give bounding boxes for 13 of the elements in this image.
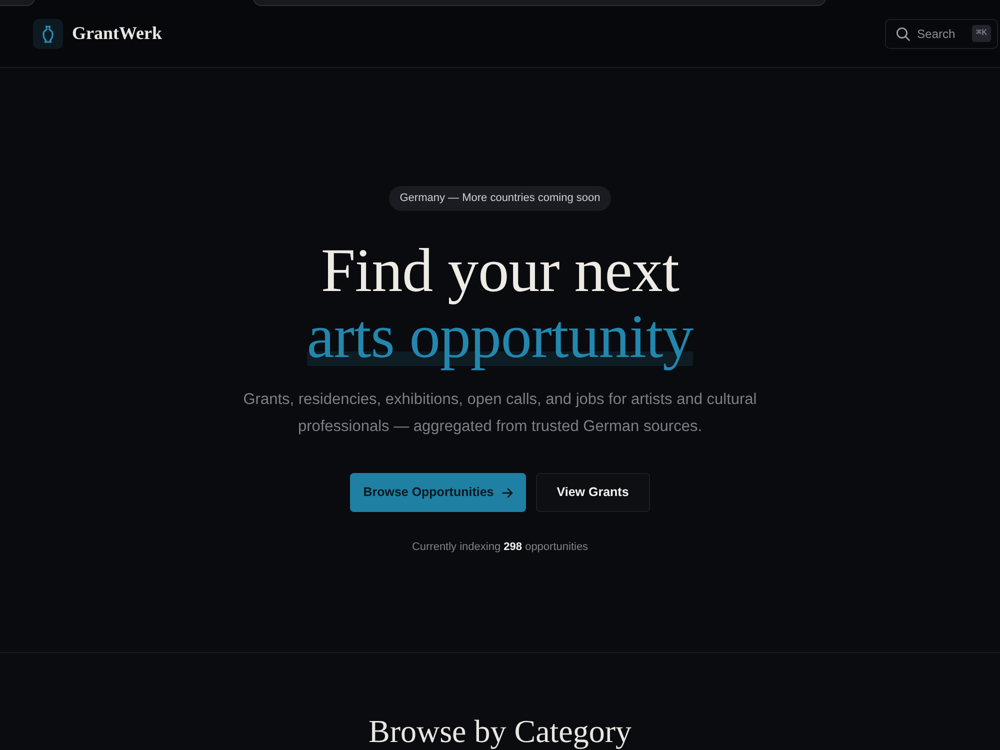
- vase-icon: [33, 18, 63, 48]
- hero-description: Grants, residencies, exhibitions, open calls, and jobs for artists and cultural professionals — aggregated from trusted German sources.: [242, 390, 758, 437]
- region-badge: Germany — More countries coming soon: [388, 186, 612, 211]
- logo-text[interactable]: GrantWerk: [72, 20, 162, 47]
- arrow-right-icon: [502, 488, 513, 498]
- search-icon: [896, 26, 910, 40]
- search-button[interactable]: Search ⌘K: [885, 18, 998, 48]
- section-heading: Browse by Category: [368, 713, 632, 750]
- view-button[interactable]: View Grants: [536, 473, 650, 512]
- shortcut-key: ⌘K: [972, 24, 991, 42]
- index-count-note: Currently indexing 298 opportunities: [412, 540, 588, 555]
- browse-button[interactable]: Browse Opportunities: [350, 473, 526, 512]
- hero-title: Find your next: [320, 238, 680, 304]
